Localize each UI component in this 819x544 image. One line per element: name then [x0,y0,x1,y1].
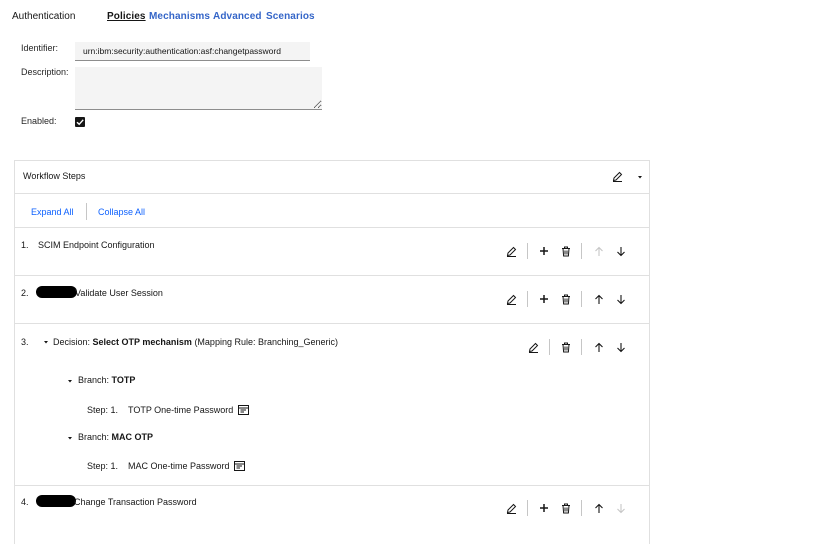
decision-prefix: Decision: [53,337,91,347]
step-label: SCIM Endpoint Configuration [38,240,155,250]
step-number: 1. [21,240,29,250]
decision-name: Select OTP mechanism [92,337,192,347]
divider [15,485,649,486]
add-icon[interactable] [538,245,550,257]
workflow-steps-panel [14,160,650,544]
trash-icon[interactable] [560,245,572,257]
mapping-rule-icon[interactable] [237,404,249,416]
divider [15,275,649,276]
collapse-all-link[interactable]: Collapse All [98,207,145,217]
description-field[interactable] [75,67,322,110]
expand-all-link[interactable]: Expand All [31,207,74,217]
tab-mechanisms[interactable]: Mechanisms [149,11,210,22]
add-icon[interactable] [538,293,550,305]
redaction [36,286,77,298]
caret-down-icon[interactable] [64,375,76,387]
step-number: 4. [21,497,29,507]
branch-prefix: Branch: [78,432,110,442]
divider [527,243,528,259]
branch-name: MAC OTP [111,432,154,442]
arrow-up-icon[interactable] [593,502,605,514]
step-label: Validate User Session [75,288,163,298]
branch-step-label: TOTP One-time Password [128,405,234,415]
mapping-rule-icon[interactable] [233,460,245,472]
divider [527,500,528,516]
edit-icon[interactable] [527,341,539,353]
arrow-up-icon[interactable] [593,341,605,353]
identifier-field[interactable] [75,42,310,61]
arrow-down-icon[interactable] [615,341,627,353]
decision-label: Decision: Select OTP mechanism (Mapping … [53,337,338,347]
identifier-label: Identifier: [21,43,59,53]
decision-mapping-rule: (Mapping Rule: Branching_Generic) [194,337,339,347]
branch-step-prefix: Step: 1. [87,405,119,415]
branch-step-prefix: Step: 1. [87,461,119,471]
arrow-up-icon [593,245,605,257]
add-icon[interactable] [538,502,550,514]
caret-down-icon[interactable] [634,171,646,183]
edit-icon[interactable] [505,293,517,305]
divider [15,227,649,228]
branch-label: Branch: TOTP [78,375,135,385]
arrow-up-icon[interactable] [593,293,605,305]
page-title: Authentication [12,11,76,22]
branch-label: Branch: MAC OTP [78,432,153,442]
divider [549,339,550,355]
trash-icon[interactable] [560,341,572,353]
branch-name: TOTP [111,375,136,385]
divider [15,323,649,324]
arrow-down-icon[interactable] [615,245,627,257]
divider [581,243,582,259]
edit-icon[interactable] [505,502,517,514]
caret-down-icon[interactable] [40,336,52,348]
divider [527,291,528,307]
trash-icon[interactable] [560,293,572,305]
step-number: 3. [21,337,29,347]
tab-advanced[interactable]: Advanced [213,11,262,22]
divider [15,193,649,194]
step-label: Change Transaction Password [74,497,197,507]
description-label: Description: [21,67,69,77]
tab-policies[interactable]: Policies [107,11,146,22]
divider [581,339,582,355]
arrow-down-icon [615,502,627,514]
divider [581,500,582,516]
step-number: 2. [21,288,29,298]
trash-icon[interactable] [560,502,572,514]
divider [581,291,582,307]
enabled-checkbox[interactable] [75,117,85,127]
branch-step-label: MAC One-time Password [128,461,230,471]
redaction [36,495,76,507]
caret-down-icon[interactable] [64,432,76,444]
divider [86,203,87,220]
edit-icon[interactable] [505,245,517,257]
edit-icon[interactable] [611,170,623,182]
branch-prefix: Branch: [78,375,110,385]
enabled-label: Enabled: [21,116,57,126]
workflow-title: Workflow Steps [23,171,86,181]
tab-scenarios[interactable]: Scenarios [266,11,315,22]
arrow-down-icon[interactable] [615,293,627,305]
checkmark-icon [76,119,84,126]
